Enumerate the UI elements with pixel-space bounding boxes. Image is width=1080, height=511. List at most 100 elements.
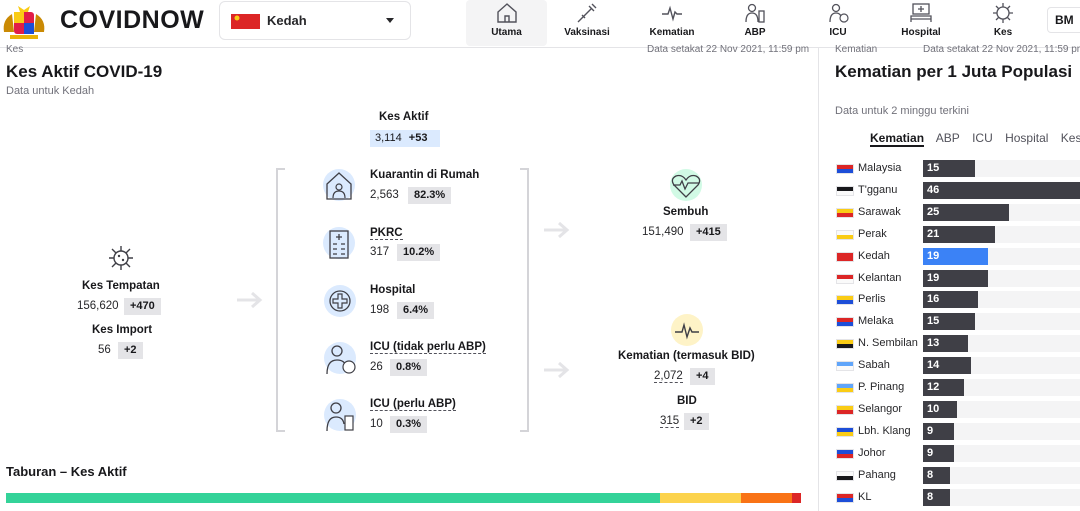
kematian-value[interactable]: 2,072 <box>654 370 683 383</box>
ranking-row[interactable]: Perak 21 <box>836 225 1080 244</box>
tab-icu[interactable]: ICU <box>972 131 993 145</box>
nav-item-hospital[interactable]: Hospital <box>890 0 952 46</box>
icu-icon <box>829 3 849 23</box>
category-pct: 0.3% <box>390 416 428 433</box>
bar-value: 16 <box>927 293 940 306</box>
icu-patient-icon <box>324 342 356 375</box>
state-name: N. Sembilan <box>858 337 918 350</box>
ranking-row[interactable]: Sarawak 25 <box>836 203 1080 222</box>
app-brand-title[interactable]: COVIDNOW <box>60 6 204 35</box>
nav-item-kes[interactable]: Kes <box>972 0 1034 46</box>
nav-item-icu[interactable]: ICU <box>807 0 869 46</box>
bid-value[interactable]: 315 <box>660 415 680 428</box>
death-pulse-icon <box>671 314 703 346</box>
category-label[interactable]: ICU (tidak perlu ABP) <box>370 341 486 354</box>
distribution-segment[interactable] <box>741 493 793 503</box>
state-name: Kedah <box>858 249 890 262</box>
ranking-row[interactable]: Kedah 19 <box>836 247 1080 266</box>
ranking-row[interactable]: Kelantan 19 <box>836 269 1080 288</box>
virus-icon <box>993 3 1013 23</box>
distribution-segment[interactable] <box>792 493 801 503</box>
section-cut-label: Kes <box>6 44 24 55</box>
kes-aktif-label: Kes Aktif <box>379 111 429 123</box>
ranking-row[interactable]: Perlis 16 <box>836 291 1080 309</box>
nav-item-kematian[interactable]: Kematian <box>641 0 703 46</box>
category-value: 317 <box>370 246 390 258</box>
ranking-row[interactable]: Pahang 8 <box>836 466 1080 485</box>
bar-value: 8 <box>927 468 934 481</box>
category-label[interactable]: ICU (perlu ABP) <box>370 398 456 411</box>
bar-value: 9 <box>927 424 934 437</box>
sembuh-delta: +415 <box>690 224 727 241</box>
kes-import-label: Kes Import <box>92 324 153 336</box>
kedah-flag-icon <box>231 14 260 29</box>
state-name: Perak <box>858 227 887 240</box>
ranking-row[interactable]: Selangor 10 <box>836 400 1080 419</box>
ventilator-patient-icon <box>324 399 356 432</box>
ranking-row[interactable]: P. Pinang 12 <box>836 379 1080 397</box>
malaysia-coat-of-arms-logo[interactable] <box>0 2 48 42</box>
nav-label: ABP <box>744 27 766 38</box>
tab-kematian[interactable]: Kematian <box>870 131 925 147</box>
bid-label: BID <box>677 395 697 407</box>
state-name: Sabah <box>858 359 890 372</box>
state-flag-icon <box>836 207 854 218</box>
bar-value: 12 <box>927 381 940 393</box>
ranking-row[interactable]: KL 8 <box>836 488 1080 507</box>
bar-value: 21 <box>927 227 940 240</box>
hospital-bed-icon <box>910 3 932 22</box>
state-name: Melaka <box>858 315 894 328</box>
bar-value: 15 <box>927 315 940 328</box>
state-name: Kelantan <box>858 271 902 284</box>
column-divider <box>818 48 819 511</box>
state-selector-dropdown[interactable]: Kedah <box>219 1 411 40</box>
hospital-cross-icon <box>324 285 356 317</box>
category-label: Kuarantin di Rumah <box>370 169 480 181</box>
right-bracket <box>520 168 529 432</box>
tab-abp[interactable]: ABP <box>936 131 960 145</box>
tab-kes[interactable]: Kes <box>1061 131 1080 145</box>
state-name: Selangor <box>858 402 903 415</box>
nav-label: Kematian <box>649 27 695 38</box>
nav-item-abp[interactable]: ABP <box>724 0 786 46</box>
tab-hospital[interactable]: Hospital <box>1005 131 1048 145</box>
distribution-segment[interactable] <box>660 493 742 503</box>
category-pct: 6.4% <box>397 302 435 319</box>
kematian-label: Kematian (termasuk BID) <box>618 350 755 362</box>
state-name: Johor <box>858 446 886 459</box>
category-label[interactable]: PKRC <box>370 227 403 240</box>
ranking-row[interactable]: N. Sembilan 13 <box>836 335 1080 353</box>
kematian-delta: +4 <box>690 368 715 385</box>
ranking-row[interactable]: Malaysia 15 <box>836 160 1080 178</box>
language-selector[interactable]: BM <box>1047 7 1080 33</box>
ranking-row[interactable]: Sabah 14 <box>836 357 1080 375</box>
state-name: T'gganu <box>858 183 898 196</box>
nav-item-utama[interactable]: Utama <box>466 0 547 46</box>
state-flag-icon <box>836 339 854 350</box>
nav-label: Hospital <box>901 27 941 38</box>
state-flag-icon <box>836 229 854 240</box>
ranking-row[interactable]: Lbh. Klang 9 <box>836 422 1080 441</box>
bar-value: 13 <box>927 337 940 350</box>
syringe-icon <box>577 3 597 23</box>
state-flag-icon <box>836 383 854 393</box>
bar-value: 19 <box>927 271 940 284</box>
ventilator-icon <box>745 3 765 23</box>
selected-state-label: Kedah <box>267 13 307 28</box>
category-label: Hospital <box>370 284 416 296</box>
nav-label: Vaksinasi <box>564 27 610 38</box>
state-flag-icon <box>836 404 854 415</box>
distribution-segment[interactable] <box>6 493 661 503</box>
ranking-row[interactable]: T'gganu 46 <box>836 181 1080 200</box>
ranking-row[interactable]: Melaka 15 <box>836 313 1080 331</box>
ranking-row[interactable]: Johor 9 <box>836 444 1080 463</box>
distribution-title: Taburan – Kes Aktif <box>6 464 127 479</box>
bar-value: 25 <box>927 205 940 218</box>
state-flag-icon <box>836 492 854 503</box>
state-name: Perlis <box>858 293 886 306</box>
nav-label: Kes <box>993 27 1013 38</box>
home-quarantine-icon <box>323 169 355 201</box>
kes-tempatan-delta: +470 <box>124 298 161 315</box>
state-name: Pahang <box>858 468 896 481</box>
nav-item-vaksinasi[interactable]: Vaksinasi <box>556 0 618 46</box>
